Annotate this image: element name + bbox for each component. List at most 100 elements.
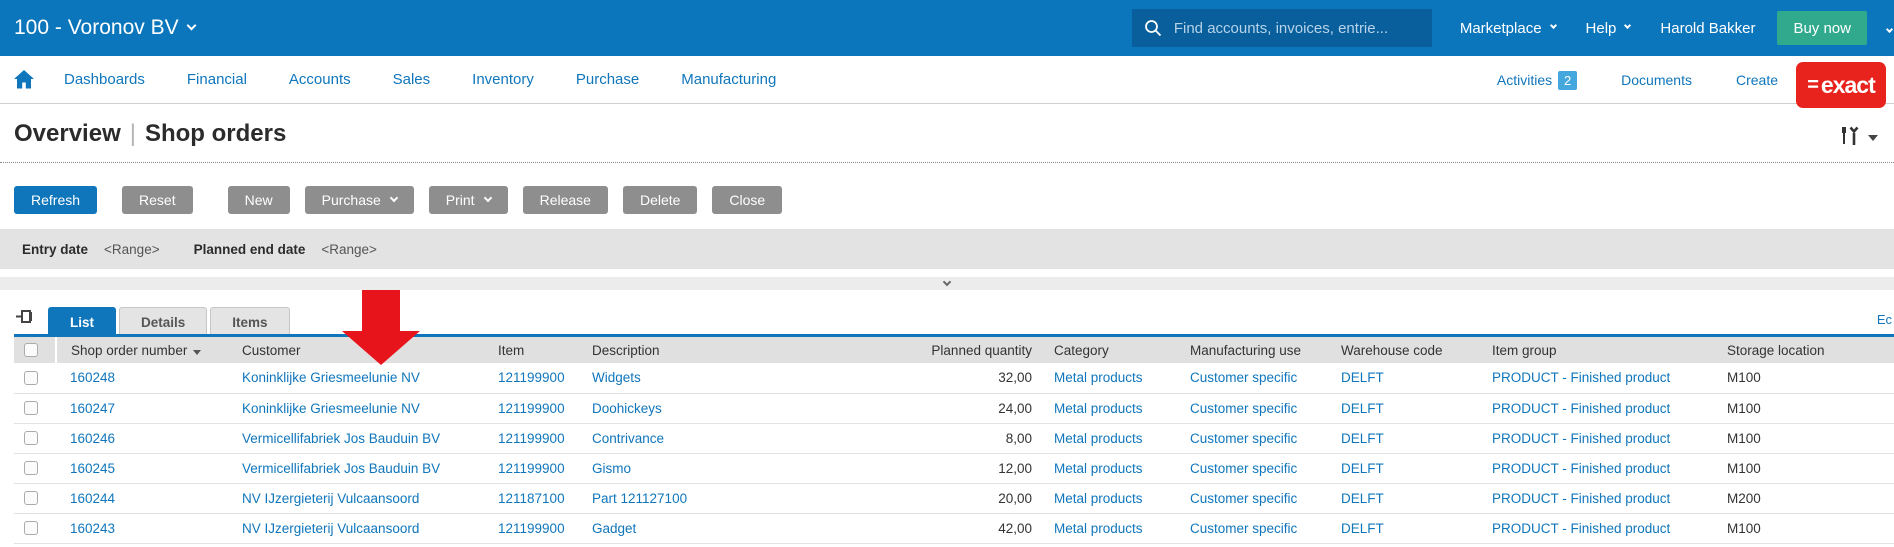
cell-category[interactable]: Metal products <box>1040 513 1176 543</box>
column-header[interactable]: Warehouse code <box>1327 337 1478 363</box>
tab-items[interactable]: Items <box>210 307 289 337</box>
cell-item[interactable]: 121187100 <box>484 483 578 513</box>
nav-item-financial[interactable]: Financial <box>187 71 247 88</box>
cell-order[interactable]: 160245 <box>56 453 228 483</box>
filter-range-value[interactable]: <Range> <box>104 242 160 257</box>
tab-list[interactable]: List <box>48 307 116 337</box>
cell-customer[interactable]: Vermicellifabriek Jos Bauduin BV <box>228 423 484 453</box>
help-menu[interactable]: Help <box>1586 20 1631 37</box>
cell-category[interactable]: Metal products <box>1040 393 1176 423</box>
cell-item_group[interactable]: PRODUCT - Finished product <box>1478 513 1713 543</box>
print-button[interactable]: Print <box>429 186 508 214</box>
nav-create[interactable]: Create <box>1736 72 1778 88</box>
nav-item-inventory[interactable]: Inventory <box>472 71 534 88</box>
cell-description[interactable]: Gadget <box>578 513 740 543</box>
marketplace-menu[interactable]: Marketplace <box>1460 20 1556 37</box>
cell-item[interactable]: 121199900 <box>484 513 578 543</box>
cell-warehouse[interactable]: DELFT <box>1327 513 1478 543</box>
cell-warehouse[interactable]: DELFT <box>1327 423 1478 453</box>
row-checkbox[interactable] <box>24 371 38 385</box>
company-selector[interactable]: 100 - Voronov BV <box>14 16 195 40</box>
cell-order[interactable]: 160246 <box>56 423 228 453</box>
cell-customer[interactable]: Vermicellifabriek Jos Bauduin BV <box>228 453 484 483</box>
refresh-button[interactable]: Refresh <box>14 186 97 214</box>
cell-item[interactable]: 121199900 <box>484 423 578 453</box>
cell-description[interactable]: Part 121127100 <box>578 483 740 513</box>
column-header[interactable]: Manufacturing use <box>1176 337 1327 363</box>
edit-link[interactable]: Ec <box>1877 312 1892 327</box>
close-button[interactable]: Close <box>712 186 782 214</box>
cell-warehouse[interactable]: DELFT <box>1327 453 1478 483</box>
delete-button[interactable]: Delete <box>623 186 697 214</box>
column-header[interactable]: Item group <box>1478 337 1713 363</box>
cell-description[interactable]: Widgets <box>578 363 740 393</box>
new-button[interactable]: New <box>228 186 290 214</box>
cell-category[interactable]: Metal products <box>1040 363 1176 393</box>
cell-item_group[interactable]: PRODUCT - Finished product <box>1478 483 1713 513</box>
column-header[interactable]: Planned quantity <box>740 337 1040 363</box>
nav-documents[interactable]: Documents <box>1621 72 1692 88</box>
collapse-filters-strip[interactable] <box>0 277 1894 290</box>
cell-order[interactable]: 160248 <box>56 363 228 393</box>
cell-category[interactable]: Metal products <box>1040 483 1176 513</box>
purchase-button[interactable]: Purchase <box>305 186 414 214</box>
column-header[interactable]: Shop order number <box>56 337 228 363</box>
reset-button[interactable]: Reset <box>122 186 193 214</box>
cell-order[interactable]: 160247 <box>56 393 228 423</box>
cell-item_group[interactable]: PRODUCT - Finished product <box>1478 453 1713 483</box>
nav-activities[interactable]: Activities 2 <box>1497 71 1577 90</box>
column-header[interactable]: Item <box>484 337 578 363</box>
cell-item_group[interactable]: PRODUCT - Finished product <box>1478 393 1713 423</box>
cell-description[interactable]: Doohickeys <box>578 393 740 423</box>
cell-category[interactable]: Metal products <box>1040 453 1176 483</box>
cell-mfg_use[interactable]: Customer specific <box>1176 393 1327 423</box>
cell-mfg_use[interactable]: Customer specific <box>1176 513 1327 543</box>
search-input[interactable] <box>1174 20 1414 37</box>
cell-description[interactable]: Contrivance <box>578 423 740 453</box>
cell-item_group[interactable]: PRODUCT - Finished product <box>1478 423 1713 453</box>
cell-order[interactable]: 160243 <box>56 513 228 543</box>
row-checkbox[interactable] <box>24 491 38 505</box>
cell-item_group[interactable]: PRODUCT - Finished product <box>1478 363 1713 393</box>
cell-item[interactable]: 121199900 <box>484 393 578 423</box>
pin-icon[interactable] <box>16 309 34 329</box>
cell-item[interactable]: 121199900 <box>484 453 578 483</box>
column-header[interactable]: Category <box>1040 337 1176 363</box>
row-checkbox[interactable] <box>24 461 38 475</box>
cell-warehouse[interactable]: DELFT <box>1327 393 1478 423</box>
cell-customer[interactable]: Koninklijke Griesmeelunie NV <box>228 363 484 393</box>
nav-item-dashboards[interactable]: Dashboards <box>64 71 145 88</box>
cell-item[interactable]: 121199900 <box>484 363 578 393</box>
cell-customer[interactable]: NV IJzergieterij Vulcaansoord <box>228 513 484 543</box>
nav-item-manufacturing[interactable]: Manufacturing <box>681 71 776 88</box>
cell-category[interactable]: Metal products <box>1040 423 1176 453</box>
cell-warehouse[interactable]: DELFT <box>1327 483 1478 513</box>
nav-item-purchase[interactable]: Purchase <box>576 71 639 88</box>
cell-warehouse[interactable]: DELFT <box>1327 363 1478 393</box>
cell-mfg_use[interactable]: Customer specific <box>1176 363 1327 393</box>
row-checkbox[interactable] <box>24 521 38 535</box>
column-header[interactable]: Storage location <box>1713 337 1894 363</box>
nav-item-sales[interactable]: Sales <box>393 71 431 88</box>
home-icon[interactable] <box>14 70 34 89</box>
exact-logo[interactable]: = exact <box>1796 62 1886 108</box>
nav-item-accounts[interactable]: Accounts <box>289 71 351 88</box>
tab-details[interactable]: Details <box>119 307 207 337</box>
filter-range-value[interactable]: <Range> <box>321 242 377 257</box>
cell-customer[interactable]: NV IJzergieterij Vulcaansoord <box>228 483 484 513</box>
cell-mfg_use[interactable]: Customer specific <box>1176 423 1327 453</box>
cell-mfg_use[interactable]: Customer specific <box>1176 453 1327 483</box>
column-header[interactable]: Description <box>578 337 740 363</box>
more-chevron-icon[interactable] <box>1887 19 1892 37</box>
buy-now-button[interactable]: Buy now <box>1777 11 1867 45</box>
cell-description[interactable]: Gismo <box>578 453 740 483</box>
row-checkbox[interactable] <box>24 431 38 445</box>
global-search[interactable] <box>1132 9 1432 47</box>
user-menu[interactable]: Harold Bakker <box>1660 20 1755 37</box>
cell-mfg_use[interactable]: Customer specific <box>1176 483 1327 513</box>
column-header[interactable]: Customer <box>228 337 484 363</box>
customize-view-button[interactable] <box>1838 126 1878 146</box>
cell-customer[interactable]: Koninklijke Griesmeelunie NV <box>228 393 484 423</box>
row-checkbox[interactable] <box>24 401 38 415</box>
cell-order[interactable]: 160244 <box>56 483 228 513</box>
